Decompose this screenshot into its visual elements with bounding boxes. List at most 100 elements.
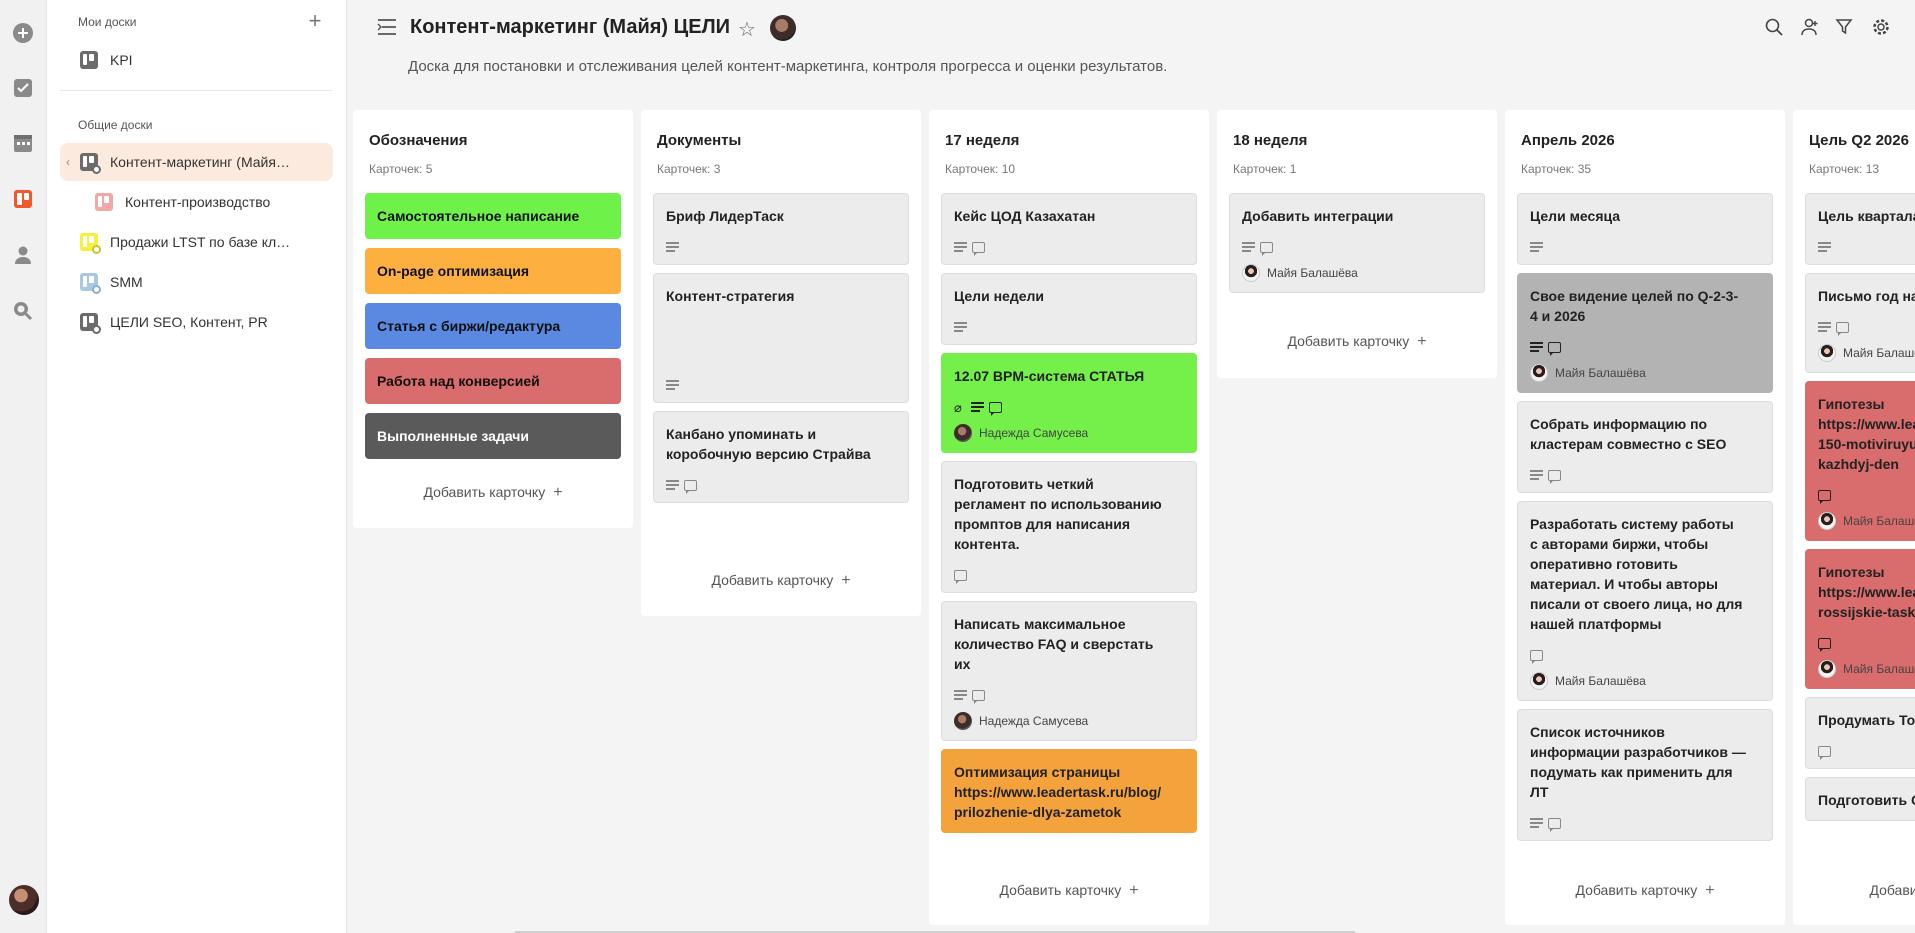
column-body: Самостоятельное написание On-page оптимиз… xyxy=(365,193,621,473)
user-avatar[interactable] xyxy=(9,885,39,915)
description-icon xyxy=(1818,322,1831,332)
add-board-plus-icon[interactable]: + xyxy=(305,10,325,32)
card-assignee: Надежда Самусева xyxy=(954,712,1184,730)
task-card[interactable]: Разработать систему работы с авторами би… xyxy=(1517,501,1773,701)
task-card[interactable]: 12.07 BPM-система СТАТЬЯ ⌀ Надежда Самусев… xyxy=(941,353,1197,453)
assignee-name: Майя Балашёва xyxy=(1555,366,1646,380)
add-card-button[interactable]: Добавить карточку+ xyxy=(929,882,1209,900)
comment-icon xyxy=(1548,817,1561,832)
task-card[interactable]: Кейс ЦОД Казахатан xyxy=(941,193,1197,265)
card-title: Подготовить четкий регламент по использо… xyxy=(954,476,1162,552)
members-icon[interactable] xyxy=(1801,18,1821,38)
card-assignee: Майя Балашёва xyxy=(1530,364,1760,382)
board-icon xyxy=(80,313,101,334)
collapse-sidebar-icon[interactable] xyxy=(377,18,397,36)
tasks-icon[interactable] xyxy=(12,77,34,99)
sidebar-item-content-production[interactable]: Контент-производство xyxy=(60,183,333,221)
card-indicators xyxy=(1530,816,1760,832)
sidebar-item-content-marketing[interactable]: ‹ Контент-маркетинг (Майя… xyxy=(60,143,333,181)
column-title: Цель Q2 2026 xyxy=(1809,132,1909,149)
assignee-avatar xyxy=(1818,660,1836,678)
chevron-left-icon[interactable]: ‹ xyxy=(66,155,70,169)
search-icon[interactable] xyxy=(1765,18,1785,38)
task-card[interactable]: Контент-стратегия xyxy=(653,273,909,403)
task-card[interactable]: Написать максимальное количество FAQ и с… xyxy=(941,601,1197,741)
card-indicators xyxy=(1242,240,1472,256)
column-body: Цели месяца Свое видение целей по Q-2-3- … xyxy=(1517,193,1773,873)
legend-item[interactable]: On-page оптимизация xyxy=(365,248,621,294)
legend-item[interactable]: Работа над конверсией xyxy=(365,358,621,404)
assignee-avatar xyxy=(954,712,972,730)
task-card[interactable]: Канбано упоминать и коробочную версию Ст… xyxy=(653,411,909,503)
task-card[interactable]: Гипотезы https://www.lea 150-motiviruyu … xyxy=(1805,381,1915,541)
task-card[interactable]: Список источников информации разработчик… xyxy=(1517,709,1773,841)
assignee-name: Надежда Самусева xyxy=(979,714,1089,728)
boards-icon[interactable] xyxy=(12,188,34,210)
column-q2-2026: Цель Q2 2026 Карточек: 13 Цель квартала П… xyxy=(1793,110,1915,925)
add-card-button[interactable]: Добавить карточку+ xyxy=(1805,882,1915,900)
column-body: Добавить интеграции Майя Балашёва xyxy=(1229,193,1485,313)
task-card[interactable]: Цели недели xyxy=(941,273,1197,345)
task-card[interactable]: Оптимизация страницы https://www.leadert… xyxy=(941,749,1197,833)
attachment-icon: ⌀ xyxy=(954,399,962,415)
plus-icon: + xyxy=(1417,333,1427,350)
legend-item[interactable]: Выполненные задачи xyxy=(365,413,621,459)
calendar-icon[interactable] xyxy=(12,132,34,154)
contacts-icon[interactable] xyxy=(12,244,34,266)
sidebar-item-label: Контент-производство xyxy=(125,194,271,210)
comment-icon xyxy=(989,401,1002,416)
sidebar-item-seo-goals[interactable]: ЦЕЛИ SEO, Контент, PR xyxy=(60,303,333,341)
task-card[interactable]: Гипотезы https://www.lea rossijskie-task… xyxy=(1805,549,1915,689)
search-docs-icon[interactable] xyxy=(12,300,34,322)
task-card[interactable]: Цели месяца xyxy=(1517,193,1773,265)
sidebar-item-smm[interactable]: SMM xyxy=(60,263,333,301)
board-icon xyxy=(80,51,98,69)
board-description: Доска для постановки и отслеживания целе… xyxy=(408,58,1168,75)
sidebar: Мои доски + KPI Общие доски ‹ Контент-ма… xyxy=(47,0,347,933)
add-card-button[interactable]: Добавить карточку+ xyxy=(1217,333,1497,351)
add-card-button[interactable]: Добавить карточку+ xyxy=(641,572,921,590)
shared-boards-heading: Общие доски xyxy=(78,118,153,132)
task-card[interactable]: Продумать ТоV xyxy=(1805,697,1915,769)
column-body: Кейс ЦОД Казахатан Цели недели 12.07 BPM-с… xyxy=(941,193,1197,873)
assignee-avatar xyxy=(954,424,972,442)
description-icon xyxy=(954,242,967,252)
settings-icon[interactable] xyxy=(1872,18,1892,38)
task-card[interactable]: Бриф ЛидерТаск xyxy=(653,193,909,265)
assignee-avatar xyxy=(1530,672,1548,690)
description-icon xyxy=(954,690,967,700)
task-card[interactable]: Цель квартала xyxy=(1805,193,1915,265)
sidebar-item-sales-ltst[interactable]: Продажи LTST по базе кл… xyxy=(60,223,333,261)
card-title: Гипотезы https://www.lea rossijskie-task xyxy=(1818,564,1915,620)
column-count: Карточек: 10 xyxy=(945,162,1016,176)
comment-icon xyxy=(1260,241,1273,256)
add-card-button[interactable]: Добавить карточку+ xyxy=(1505,882,1785,900)
sidebar-item-kpi[interactable]: KPI xyxy=(60,41,333,79)
description-icon xyxy=(666,480,679,490)
card-title: Собрать информацию по кластерам совместн… xyxy=(1530,416,1727,452)
description-icon xyxy=(1530,242,1543,252)
task-card[interactable]: Подготовить С xyxy=(1805,777,1915,821)
icon-rail xyxy=(0,0,47,933)
star-icon[interactable]: ☆ xyxy=(738,17,756,42)
board-icon xyxy=(80,273,101,294)
add-card-button[interactable]: Добавить карточку+ xyxy=(353,484,633,502)
task-card[interactable]: Собрать информацию по кластерам совместн… xyxy=(1517,401,1773,493)
task-card[interactable]: Подготовить четкий регламент по использо… xyxy=(941,461,1197,593)
card-title: Цели недели xyxy=(954,288,1044,304)
add-icon[interactable] xyxy=(12,22,34,44)
description-icon xyxy=(1818,242,1831,252)
filter-icon[interactable] xyxy=(1835,18,1855,38)
card-title: Кейс ЦОД Казахатан xyxy=(954,208,1096,224)
legend-item[interactable]: Самостоятельное написание xyxy=(365,193,621,239)
column-documents: Документы Карточек: 3 Бриф ЛидерТаск Конт… xyxy=(641,110,921,616)
card-indicators xyxy=(666,478,896,494)
board-icon xyxy=(80,233,101,254)
task-card[interactable]: Письмо год на Майя Балашёва xyxy=(1805,273,1915,373)
card-title: Гипотезы https://www.lea 150-motiviruyu … xyxy=(1818,396,1915,472)
task-card[interactable]: Добавить интеграции Майя Балашёва xyxy=(1229,193,1485,293)
comment-icon xyxy=(1818,745,1831,760)
task-card[interactable]: Свое видение целей по Q-2-3- 4 и 2026 Май… xyxy=(1517,273,1773,393)
board-owner-avatar[interactable] xyxy=(770,15,796,41)
legend-item[interactable]: Статья с биржи/редактура xyxy=(365,303,621,349)
